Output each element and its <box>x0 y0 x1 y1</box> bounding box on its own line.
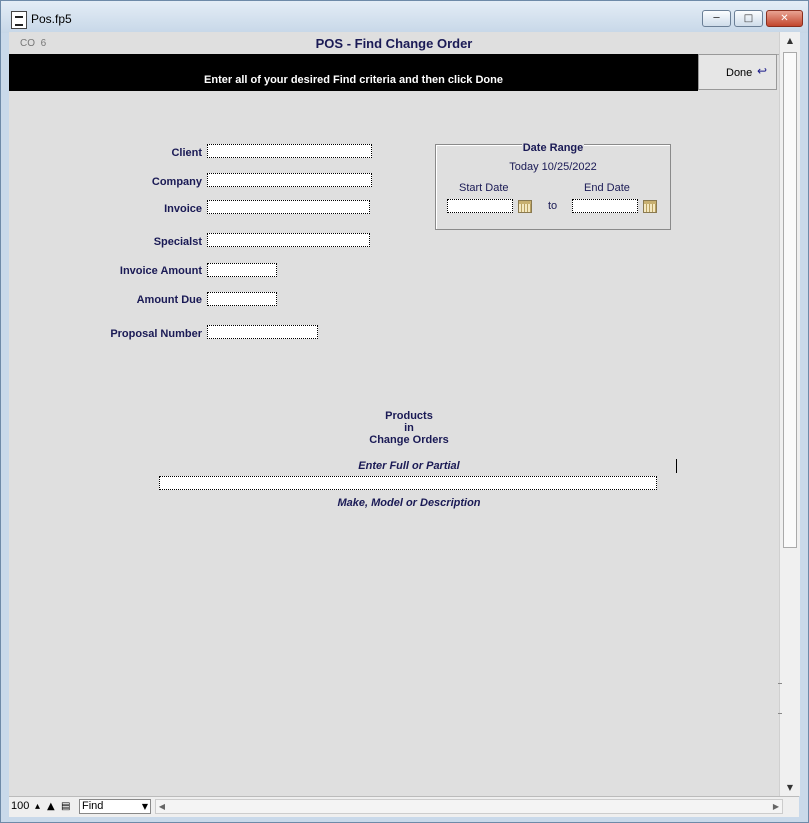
scroll-tick <box>778 713 782 714</box>
company-input[interactable] <box>207 173 372 187</box>
minimize-button[interactable]: ─ <box>702 10 731 27</box>
layout-title: POS - Find Change Order <box>315 36 473 51</box>
products-search-input[interactable] <box>159 476 657 490</box>
scroll-up-arrow[interactable]: ▲ <box>780 32 800 49</box>
invoice-amount-input[interactable] <box>207 263 277 277</box>
document-icon <box>11 11 27 29</box>
calendar-icon[interactable] <box>518 200 532 213</box>
client-input[interactable] <box>207 144 372 158</box>
maximize-button[interactable]: □ <box>734 10 763 27</box>
company-label: Company <box>151 176 202 188</box>
calendar-icon[interactable] <box>643 200 657 213</box>
invoice-amount-label: Invoice Amount <box>119 265 202 277</box>
mode-select[interactable]: Find ▼ <box>79 799 151 814</box>
client-label: Client <box>171 147 202 159</box>
vertical-scrollbar[interactable]: ▲ ▼ <box>778 32 800 796</box>
scroll-down-arrow[interactable]: ▼ <box>780 779 800 796</box>
find-instructions: Enter all of your desired Find criteria … <box>204 74 503 86</box>
products-hint-top: Enter Full or Partial <box>358 460 460 472</box>
end-date-label: End Date <box>584 182 630 194</box>
text-cursor <box>676 459 677 473</box>
products-heading: Products in Change Orders <box>369 410 449 446</box>
scroll-tick <box>778 683 782 684</box>
layout-area: CO 6 POS - Find Change Order Enter all o… <box>9 32 779 796</box>
layout-header: CO 6 POS - Find Change Order <box>9 32 779 55</box>
to-label: to <box>548 200 558 212</box>
done-button[interactable]: Done ↩ <box>698 54 777 90</box>
window-title: Pos.fp5 <box>31 12 72 26</box>
zoom-level[interactable]: 100 <box>11 800 29 812</box>
invoice-label: Invoice <box>164 203 202 215</box>
today-date: Today 10/25/2022 <box>509 161 597 173</box>
date-range-title: Date Range <box>521 142 585 154</box>
chevron-down-icon: ▼ <box>141 802 148 811</box>
proposal-number-input[interactable] <box>207 325 318 339</box>
proposal-number-label: Proposal Number <box>110 328 202 340</box>
end-date-input[interactable] <box>572 199 638 213</box>
start-date-label: Start Date <box>459 182 509 194</box>
invoice-input[interactable] <box>207 200 370 214</box>
done-label: Done <box>726 67 753 79</box>
scroll-thumb[interactable] <box>783 52 797 548</box>
status-bar: 100 ▴ ▲ ▤ Find ▼ ◀ ▶ <box>9 796 799 817</box>
horizontal-scrollbar[interactable]: ◀ ▶ <box>155 799 783 814</box>
close-button[interactable]: ✕ <box>766 10 803 27</box>
title-bar[interactable]: Pos.fp5 ─ □ ✕ <box>1 1 808 33</box>
start-date-input[interactable] <box>447 199 513 213</box>
zoom-out-icon[interactable]: ▴ <box>35 801 47 812</box>
status-area-icon[interactable]: ▤ <box>61 801 73 812</box>
specialist-label: Specialst <box>153 236 202 248</box>
instruction-bar: Enter all of your desired Find criteria … <box>9 54 698 91</box>
specialist-input[interactable] <box>207 233 370 247</box>
zoom-in-icon[interactable]: ▲ <box>47 801 59 812</box>
amount-due-input[interactable] <box>207 292 277 306</box>
products-hint-bottom: Make, Model or Description <box>337 497 481 509</box>
amount-due-label: Amount Due <box>136 294 202 306</box>
scroll-right-arrow[interactable]: ▶ <box>770 800 782 813</box>
scroll-left-arrow[interactable]: ◀ <box>156 800 168 813</box>
return-arrow-icon: ↩ <box>757 64 768 78</box>
date-range-group: Date Range Today 10/25/2022 Start Date E… <box>435 142 671 230</box>
